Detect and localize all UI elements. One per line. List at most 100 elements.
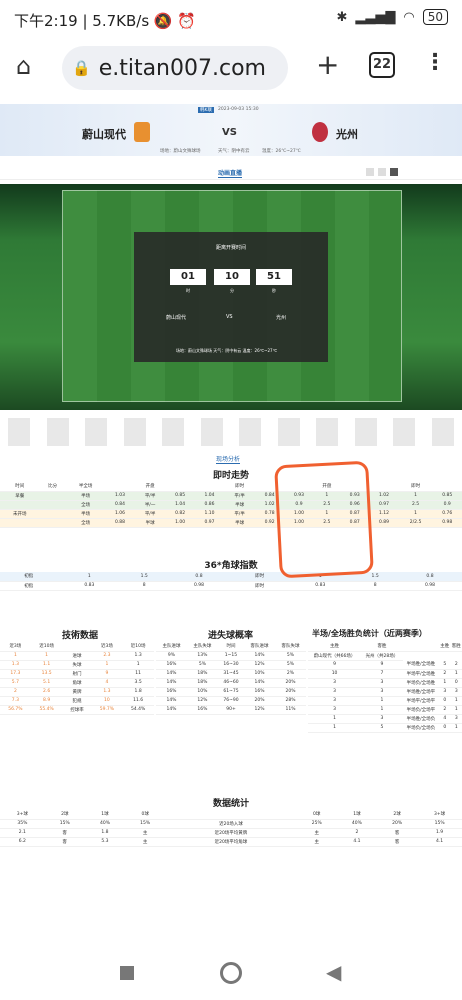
stats-table: 3+球 2球 1球 0球 0球 1球 2球 3+球 35% 15% 40% 15% 近20场入球 25% 4… [0,810,462,847]
table-cell: 3.5 [122,678,154,688]
table-cell: 1 [308,723,362,733]
table-row: 16% 5% 16~30 12% 5% [156,660,306,670]
table-cell: 1 [361,696,403,706]
table-row: 3 3 半场胜/全场平 3 3 [308,687,462,697]
table-cell: 早餐 [0,491,40,501]
table-cell: 半场胜/全场胜 [402,660,440,670]
table-cell: 3 [450,687,462,697]
table-cell: 7.3 [0,696,31,706]
view-toggle-2[interactable] [378,168,386,176]
table-cell: 半全场 [65,482,106,492]
table-cell [0,518,40,528]
table-cell [105,482,135,492]
table-cell: 8.9 [30,696,63,706]
view-toggle-1[interactable] [366,168,374,176]
away-team-name[interactable]: 光州 [336,126,358,142]
table-cell: 0.97 [194,518,225,528]
recent-apps-icon[interactable] [120,966,134,980]
table-cell: 主胜 [439,642,451,652]
back-icon[interactable]: ◀ [326,960,341,984]
table-cell: 角球 [62,678,92,688]
table-cell: 主 [296,828,337,838]
goal-table: 主队进球 主队失球 时间 客队进球 客队失球 9% 13% 1~15 14% 5% 16% 5% 16~… [156,642,306,715]
table-cell: 2球 [377,810,418,820]
table-cell: 0.97 [369,500,399,510]
view-toggle-3[interactable] [390,168,398,176]
table-cell: 主 [125,828,166,838]
table-cell: 半场负/全场平 [402,705,440,715]
table-cell: 56.7% [0,705,31,715]
table-cell: 35% [0,819,45,829]
stats-title: 数据统计 [212,799,249,809]
table-cell: 1.5 [121,572,168,582]
table-row: 1 1 进球 2.3 1.3 [0,651,154,661]
tab-analysis[interactable]: 现场分析 [216,454,241,464]
table-cell: 2% [275,669,306,679]
table-cell: 0.85 [165,491,195,501]
table-cell: 控球率 [62,705,92,715]
table-cell: 客 [44,828,85,838]
bluetooth-icon: ✱ [336,9,348,25]
half-table: 主胜 客胜 主胜 客胜 蔚山现代（共66场） 光州（共28场） 9 9 半场胜/全场胜 5 2 10 7… [308,642,462,733]
table-cell: 近10场 [122,642,154,652]
table-cell: 0.98 [167,581,231,591]
table-cell: 10% [186,687,218,697]
table-row: 16% 10% 61~75 16% 20% [156,687,306,697]
table-cell: 18% [186,669,218,679]
countdown-title: 距离开赛时间 [215,245,246,251]
table-cell: 近3场 [0,642,31,652]
table-cell: 即时 [398,482,433,492]
table-cell [369,482,399,492]
table-cell: 1 [398,491,433,501]
table-cell: 客 [377,837,418,847]
table-cell: 2.1 [0,828,45,838]
table-cell: 1 [91,660,123,670]
table-row: 2.1 客 1.8 主近20场平均黄牌主 2 客 1.9 [0,828,462,838]
table-row: 1 5 半场负/全场负 0 1 [308,723,462,733]
table-cell: 半场负/全场负 [402,723,440,733]
table-cell: 主 [296,837,337,847]
table-cell: 0.89 [369,518,399,528]
table-cell: 0 [450,678,462,688]
home-nav-icon[interactable] [220,962,242,984]
table-cell: 1.12 [369,509,399,519]
table-cell: 2 [439,669,451,679]
table-cell: 40% [336,819,378,829]
new-tab-icon[interactable]: + [316,48,339,81]
table-cell: 1 [439,678,451,688]
table-cell: 初指 [0,572,58,582]
table-cell: 近20场平均黄牌 [165,828,297,838]
table-cell [39,500,66,510]
table-cell: 16% [156,687,187,697]
table-cell: 半场胜/全场负 [402,714,440,724]
table-row: 35% 15% 40% 15% 近20场入球 25% 40% 20% 15% [0,819,462,829]
table-cell: 半/一 [134,500,166,510]
home-icon[interactable]: ⌂ [16,52,31,80]
table-row: 早餐 半场 1.03 平/半 0.85 1.04 平/半 0.84 0.93 1 0.93 1.02 1… [0,491,462,501]
table-cell: 3+球 [0,810,45,820]
table-cell: 20% [275,687,306,697]
table-cell: 1 [0,651,31,661]
table-cell: 13% [186,651,218,661]
table-cell: 9 [308,660,362,670]
table-cell [0,500,40,510]
table-cell: 1.04 [165,500,195,510]
menu-icon[interactable]: ⋮ [424,50,446,75]
placeholder-block [85,418,108,446]
table-cell: 3 [308,696,362,706]
pitch-animation: 距离开赛时间 01 10 51 时 分 秒 蔚山现代 VS 光州 场地：蔚山文殊… [0,184,462,410]
tab-live-animation[interactable]: 动画直播 [218,168,243,178]
event-placeholders [0,416,462,448]
table-cell: 5% [275,651,306,661]
table-row: 10 7 半场平/全场胜 2 1 [308,669,462,679]
table-cell: 近3场 [91,642,123,652]
table-cell: 客胜 [361,642,403,652]
home-team-name[interactable]: 蔚山现代 [82,126,126,142]
address-bar[interactable]: 🔒 e.titan007.com [62,46,288,90]
tab-switcher-button[interactable]: 22 [369,52,395,78]
table-cell: 半场胜/全场平 [402,687,440,697]
table-cell: 半场平/全场平 [402,696,440,706]
table-cell: 2.3 [91,651,123,661]
match-datetime: 2023-09-03 15:30 [218,107,259,112]
table-cell: 半场 [65,491,106,501]
